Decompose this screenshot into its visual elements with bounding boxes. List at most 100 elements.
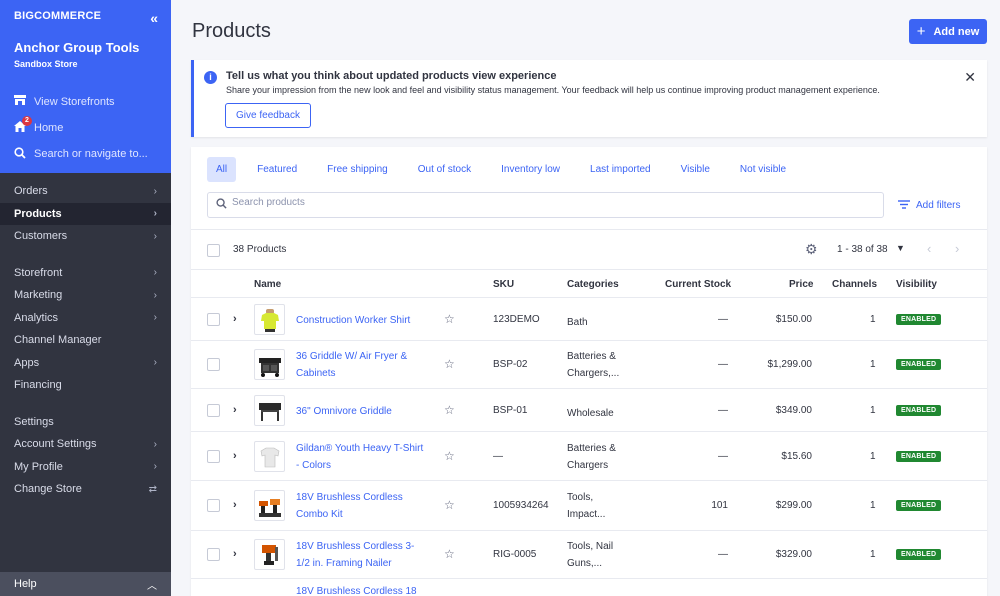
nav-item-channel-manager[interactable]: Channel Manager (0, 329, 171, 352)
nav-item-storefront[interactable]: Storefront › (0, 262, 171, 285)
column-header-stock[interactable]: Current Stock (665, 279, 731, 290)
filter-tab-inventory-low[interactable]: Inventory low (492, 157, 569, 182)
filter-tab-not-visible[interactable]: Not visible (731, 157, 795, 182)
status-badge[interactable]: ENABLED (896, 500, 942, 511)
add-filters-button[interactable]: Add filters (898, 198, 960, 212)
nav-item-products[interactable]: Products › (0, 202, 171, 225)
expand-chevron-icon[interactable]: › (233, 404, 237, 416)
filter-tab-featured[interactable]: Featured (248, 157, 306, 182)
search-box (207, 192, 884, 218)
filter-tab-all[interactable]: All (207, 157, 237, 182)
status-badge[interactable]: ENABLED (896, 451, 942, 462)
star-icon[interactable]: ☆ (444, 449, 455, 463)
expand-chevron-icon[interactable]: › (233, 450, 237, 462)
bigcommerce-logo[interactable]: BIGCOMMERCE (14, 10, 157, 22)
nav-group-channels: Storefront › Marketing › Analytics › Channe… (0, 262, 171, 397)
product-name-link[interactable]: 18V Brushless Cordless 3-1/2 in. Framing… (296, 538, 426, 572)
column-header-sku[interactable]: SKU (493, 279, 514, 290)
product-thumbnail (254, 349, 285, 380)
filter-tab-visible[interactable]: Visible (672, 157, 719, 182)
add-new-button[interactable]: + Add new (909, 19, 987, 44)
star-icon[interactable]: ☆ (444, 312, 455, 326)
search-input[interactable] (232, 197, 832, 208)
product-name-link[interactable]: Gildan® Youth Heavy T-Shirt - Colors (296, 440, 426, 474)
product-name-link[interactable]: 36 Griddle W/ Air Fryer & Cabinets (296, 348, 426, 382)
product-thumbnail (254, 304, 285, 335)
product-sku: 1005934264 (493, 500, 549, 511)
nav-item-settings[interactable]: Settings (0, 411, 171, 434)
give-feedback-button[interactable]: Give feedback (225, 103, 311, 128)
view-storefronts-link[interactable]: View Storefronts (14, 89, 157, 115)
status-badge[interactable]: ENABLED (896, 549, 942, 560)
column-header-name[interactable]: Name (254, 279, 281, 290)
product-name-link[interactable]: 36" Omnivore Griddle (296, 403, 426, 420)
column-header-visibility[interactable]: Visibility (896, 279, 937, 290)
column-header-price[interactable]: Price (789, 279, 813, 290)
star-icon[interactable]: ☆ (444, 547, 455, 561)
expand-chevron-icon[interactable]: › (233, 313, 237, 325)
home-link[interactable]: 2 Home (14, 115, 157, 141)
column-header-categories[interactable]: Categories (567, 279, 619, 290)
star-icon[interactable]: ☆ (444, 498, 455, 512)
table-row[interactable]: 36 Griddle W/ Air Fryer & Cabinets ☆ BSP-0… (191, 341, 987, 389)
table-row[interactable]: › 36" Omnivore Griddle ☆ BSP-01 Wholesale — $3… (191, 389, 987, 432)
nav-item-account-settings[interactable]: Account Settings › (0, 433, 171, 456)
help-button[interactable]: Help ︿ (0, 572, 171, 596)
table-row[interactable]: › Gildan® Youth Heavy T-Shirt - Colors ☆ — B… (191, 432, 987, 481)
row-checkbox[interactable] (207, 499, 220, 512)
product-sku: 123DEMO (493, 314, 540, 325)
row-checkbox[interactable] (207, 404, 220, 417)
collapse-sidebar-icon[interactable]: « (150, 10, 158, 26)
nav-item-financing[interactable]: Financing (0, 374, 171, 397)
nav-item-change-store[interactable]: Change Store ⇄ (0, 478, 171, 501)
expand-chevron-icon[interactable]: › (233, 548, 237, 560)
nav-item-my-profile[interactable]: My Profile › (0, 456, 171, 479)
star-icon[interactable]: ☆ (444, 403, 455, 417)
nav-item-orders[interactable]: Orders › (0, 180, 171, 203)
search-navigate-link[interactable]: Search or navigate to... (14, 141, 157, 167)
product-channels: 1 (870, 500, 876, 511)
filter-tab-out-of-stock[interactable]: Out of stock (409, 157, 480, 182)
product-name-link[interactable]: 18V Brushless Cordless 18 (296, 583, 426, 596)
row-checkbox[interactable] (207, 313, 220, 326)
row-checkbox[interactable] (207, 548, 220, 561)
product-price: $150.00 (775, 314, 812, 325)
nav-item-apps[interactable]: Apps › (0, 352, 171, 375)
nav-item-marketing[interactable]: Marketing › (0, 284, 171, 307)
chevron-left-icon[interactable]: ‹ (927, 241, 931, 256)
status-badge[interactable]: ENABLED (896, 405, 942, 416)
product-name-link[interactable]: 18V Brushless Cordless Combo Kit (296, 489, 426, 523)
star-icon[interactable]: ☆ (444, 357, 455, 371)
page-title: Products (192, 20, 271, 42)
chevron-right-icon: › (153, 461, 157, 473)
home-icon: 2 (14, 116, 32, 135)
table-row[interactable]: 18V Brushless Cordless 18 (191, 579, 987, 596)
feedback-banner: i Tell us what you think about updated p… (191, 60, 987, 137)
column-header-channels[interactable]: Channels (832, 279, 877, 290)
row-checkbox[interactable] (207, 450, 220, 463)
row-checkbox[interactable] (207, 358, 220, 371)
nav-item-analytics[interactable]: Analytics › (0, 307, 171, 330)
gear-icon[interactable]: ⚙ (805, 241, 818, 258)
status-badge[interactable]: ENABLED (896, 314, 942, 325)
product-thumbnail (254, 441, 285, 472)
nav-group-main: Orders › Products › Customers › (0, 173, 171, 248)
table-row[interactable]: › 18V Brushless Cordless 3-1/2 in. Framin… (191, 531, 987, 579)
swap-icon: ⇄ (148, 483, 157, 495)
table-row[interactable]: › 18V Brushless Cordless Combo Kit ☆ 100593… (191, 481, 987, 531)
close-icon[interactable]: ✕ (964, 69, 976, 86)
filter-tab-free-shipping[interactable]: Free shipping (318, 157, 397, 182)
filter-tab-last-imported[interactable]: Last imported (581, 157, 660, 182)
nav-item-customers[interactable]: Customers › (0, 225, 171, 248)
select-all-checkbox[interactable] (207, 244, 220, 257)
status-badge[interactable]: ENABLED (896, 359, 942, 370)
table-row[interactable]: › Construction Worker Shirt ☆ 123DEMO Bath — $… (191, 298, 987, 341)
product-channels: 1 (870, 549, 876, 560)
product-sku: RIG-0005 (493, 549, 537, 560)
chevron-right-icon[interactable]: › (955, 241, 959, 256)
filter-tabs: All Featured Free shipping Out of stock … (207, 157, 807, 182)
table-header: Name SKU Categories Current Stock Price … (191, 270, 987, 298)
product-name-link[interactable]: Construction Worker Shirt (296, 312, 426, 329)
expand-chevron-icon[interactable]: › (233, 499, 237, 511)
caret-down-icon[interactable]: ▼ (896, 243, 905, 253)
